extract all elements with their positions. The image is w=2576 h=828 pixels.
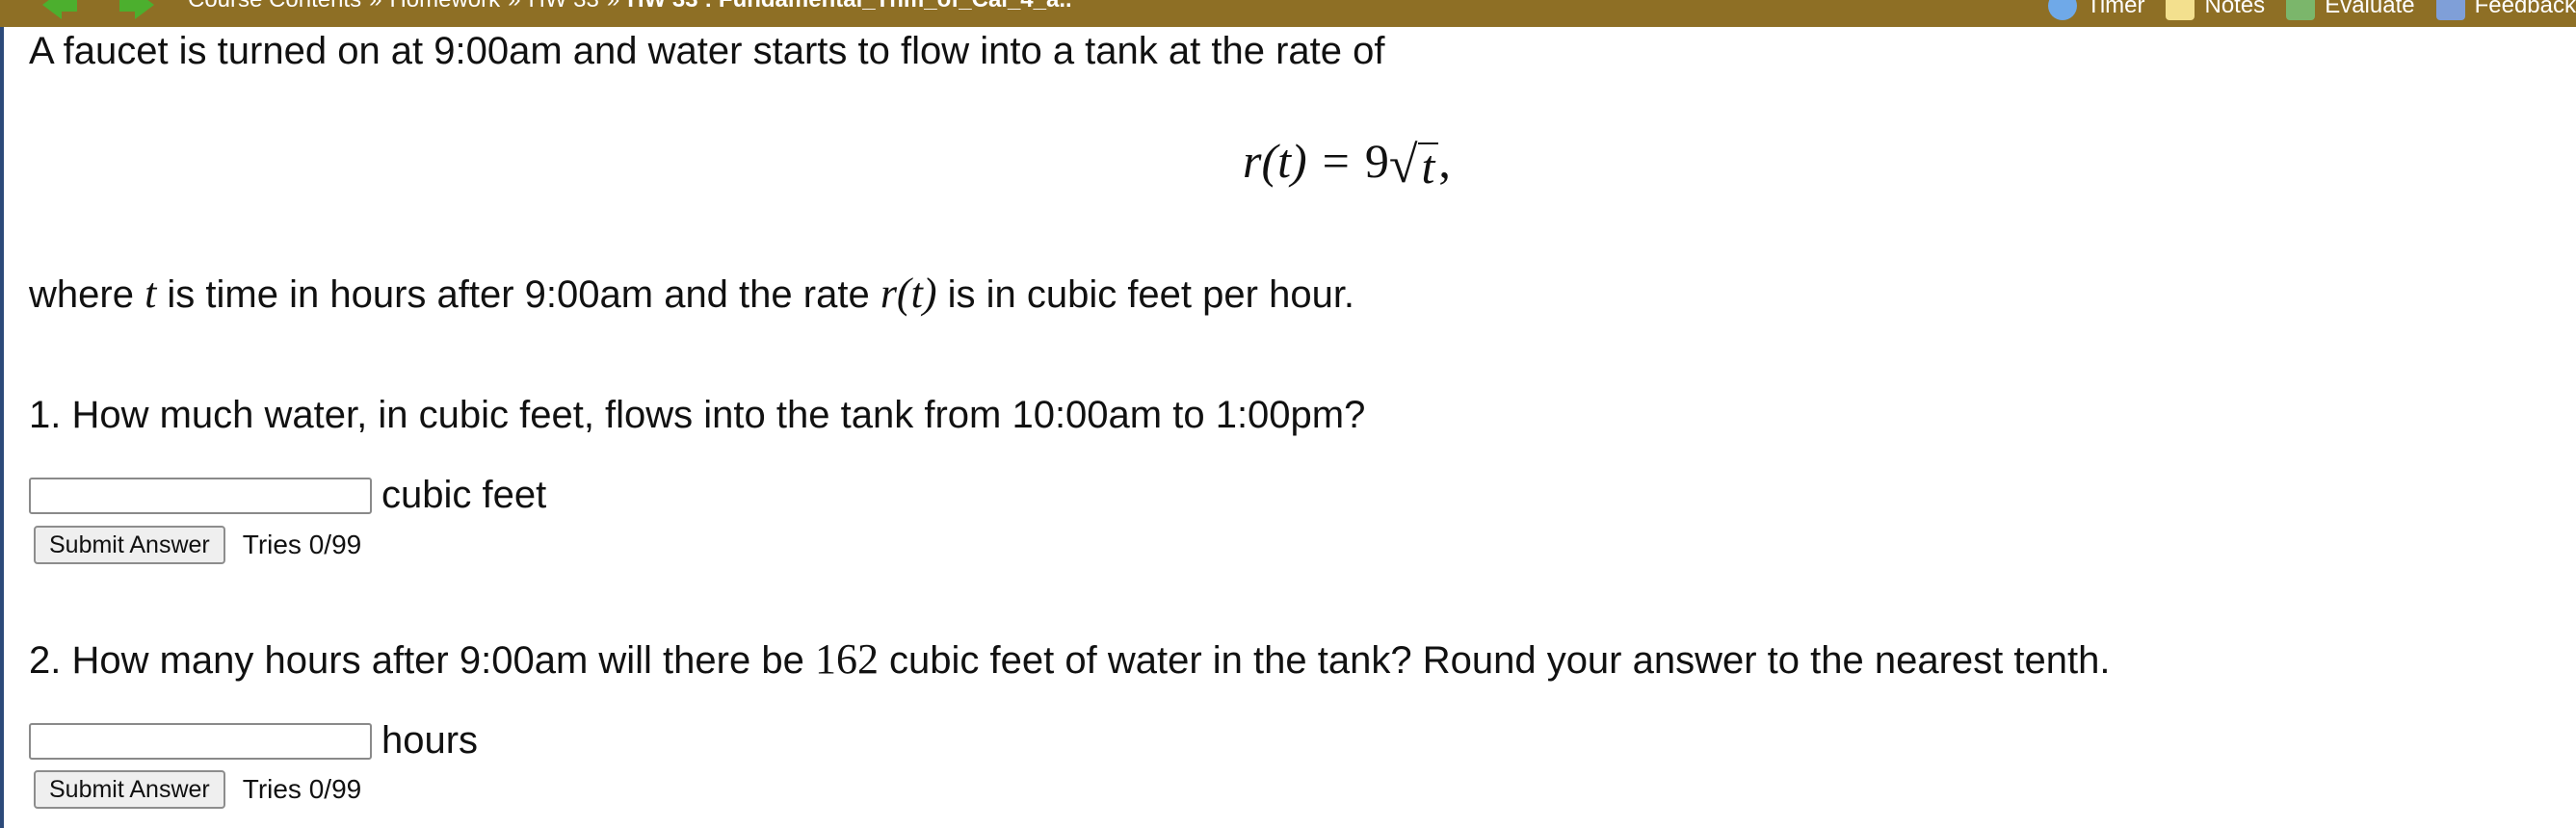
rate-equation: r(t) = 9 √ t , xyxy=(1243,133,1451,194)
question-1-answer-input[interactable] xyxy=(29,477,372,514)
equation-trailing-comma: , xyxy=(1438,134,1451,188)
radical-sign-icon: √ xyxy=(1388,136,1418,194)
evaluate-button[interactable]: Evaluate xyxy=(2286,0,2415,20)
question-2-answer-input[interactable] xyxy=(29,722,372,760)
left-frame-edge xyxy=(0,27,4,828)
evaluate-icon xyxy=(2286,0,2316,20)
notes-icon xyxy=(2166,0,2195,20)
desc-part2: is time in hours after 9:00am and the ra… xyxy=(156,273,881,316)
evaluate-label: Evaluate xyxy=(2325,0,2415,18)
top-navigation-bar: Course Contents»Homework»HW 33»HW 33 : F… xyxy=(0,0,2576,27)
feedback-label: Feedback xyxy=(2474,0,2576,18)
question-2-submit-row: Submit Answer Tries 0/99 xyxy=(34,770,361,809)
question-1-submit-button[interactable]: Submit Answer xyxy=(34,526,225,564)
question-1-submit-row: Submit Answer Tries 0/99 xyxy=(34,526,361,564)
breadcrumb-homework[interactable]: Homework xyxy=(389,0,500,13)
desc-rate: r(t) xyxy=(880,270,937,317)
equation-coefficient: 9 xyxy=(1364,134,1389,188)
problem-intro: A faucet is turned on at 9:00am and wate… xyxy=(29,30,1385,72)
question-2-tries: Tries 0/99 xyxy=(242,774,362,804)
question-1-answer-row: cubic feet xyxy=(29,474,546,517)
question-1-unit: cubic feet xyxy=(381,474,547,516)
square-root: √ t xyxy=(1388,136,1439,194)
feedback-icon xyxy=(2435,0,2465,20)
clock-icon xyxy=(2048,0,2078,20)
forward-arrow-icon[interactable] xyxy=(118,0,156,19)
question-2-text-after: cubic feet of water in the tank? Round y… xyxy=(878,639,2111,682)
equation-lhs: r(t) xyxy=(1243,134,1307,188)
question-1: 1. How much water, in cubic feet, flows … xyxy=(29,394,1366,436)
question-2: 2. How many hours after 9:00am will ther… xyxy=(29,635,2110,685)
problem-description: where t is time in hours after 9:00am an… xyxy=(29,270,1354,319)
equation-equals: = xyxy=(1322,134,1350,188)
toolbar: Timer Notes Evaluate Feedback xyxy=(2048,0,2576,25)
notes-button[interactable]: Notes xyxy=(2166,0,2265,20)
timer-label: Timer xyxy=(2087,0,2145,18)
breadcrumb-course-contents[interactable]: Course Contents xyxy=(188,0,361,13)
question-1-tries: Tries 0/99 xyxy=(242,530,362,559)
question-2-unit: hours xyxy=(381,719,479,762)
timer-button[interactable]: Timer xyxy=(2048,0,2144,20)
desc-part1: where xyxy=(29,273,145,316)
breadcrumb-hw33[interactable]: HW 33 xyxy=(529,0,599,13)
question-2-answer-row: hours xyxy=(29,719,478,763)
question-2-submit-button[interactable]: Submit Answer xyxy=(34,770,225,809)
back-arrow-icon[interactable] xyxy=(40,0,79,19)
breadcrumb: Course Contents»Homework»HW 33»HW 33 : F… xyxy=(188,0,1072,13)
breadcrumb-current: HW 33 : Fundamental_Thm_of_Cal_4_a.. xyxy=(627,0,1071,13)
notes-label: Notes xyxy=(2204,0,2266,18)
equation-radicand: t xyxy=(1417,142,1439,191)
question-2-number: 162 xyxy=(814,635,879,683)
desc-var-t: t xyxy=(145,270,157,317)
question-2-text-before: 2. How many hours after 9:00am will ther… xyxy=(29,639,815,682)
feedback-button[interactable]: Feedback xyxy=(2435,0,2576,20)
desc-part3: is in cubic feet per hour. xyxy=(936,273,1355,316)
